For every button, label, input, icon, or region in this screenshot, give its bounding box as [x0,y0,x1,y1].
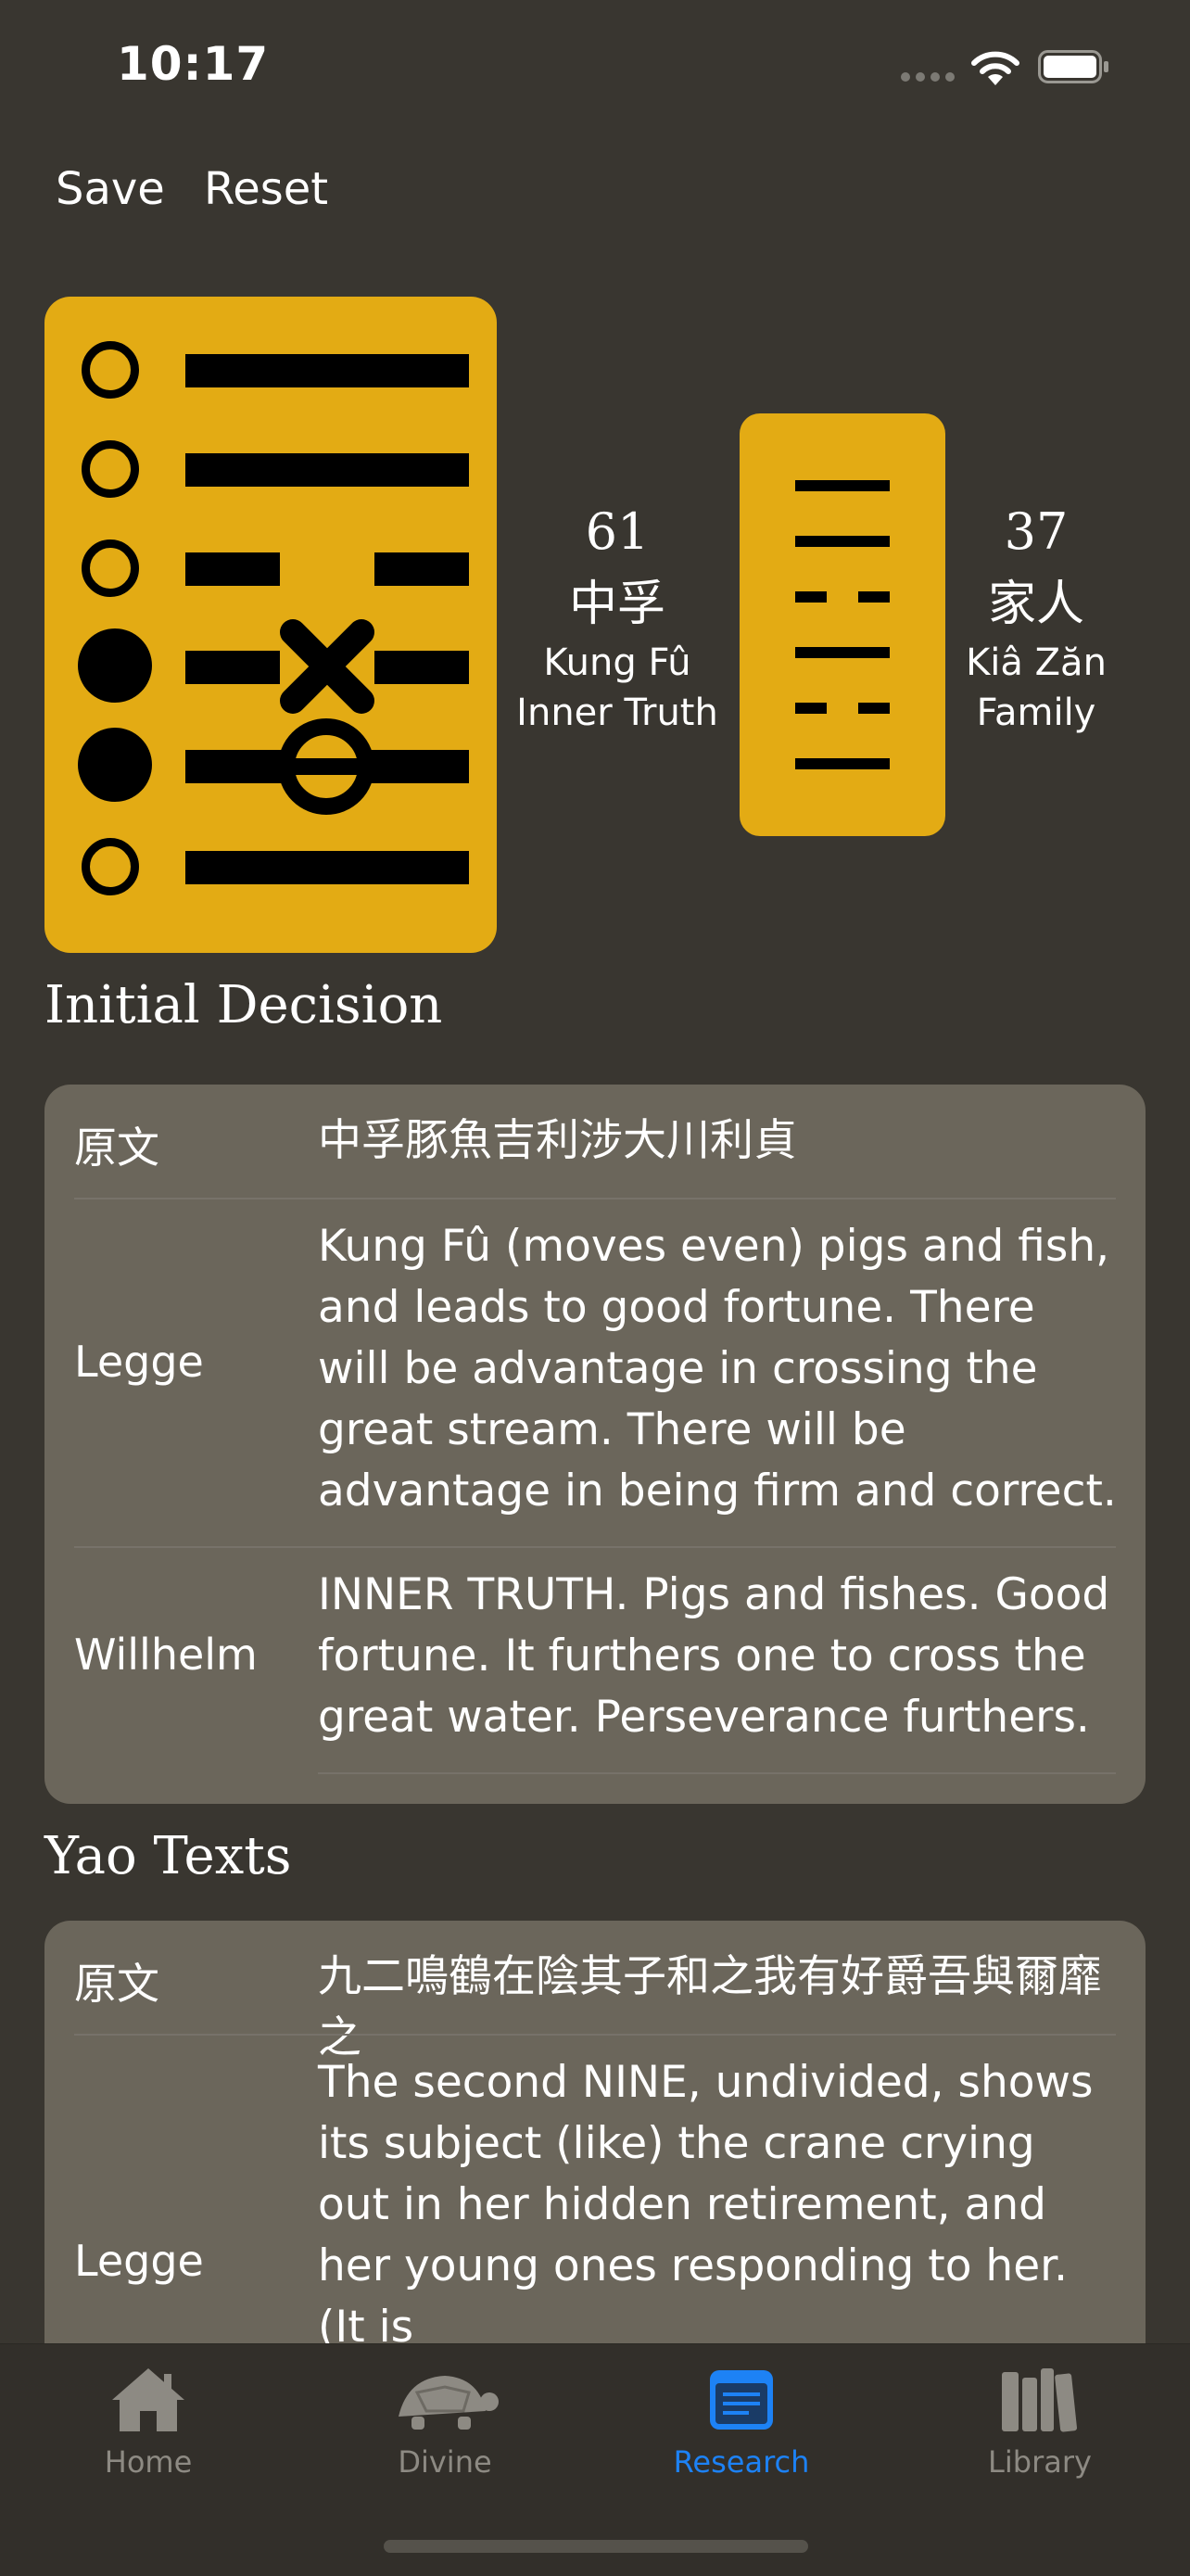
battery-icon [1038,50,1108,83]
hexagram-line-5 [185,453,469,487]
tab-research-label: Research [673,2444,810,2480]
hexagram-line-6 [185,354,469,387]
line-toggle-4[interactable] [82,539,139,597]
line-toggle-6[interactable] [82,341,139,399]
row-divider [318,1772,1116,1774]
small-line-2-right [858,703,890,714]
small-line-3 [795,647,890,658]
document-icon [710,2370,773,2430]
small-line-5 [795,536,890,547]
row-text-legge: The second NINE, undivided, shows its su… [318,2057,1094,2353]
line-toggle-5[interactable] [82,440,139,498]
initial-decision-table: 原文 中孚豚魚吉利涉大川利貞 Legge Kung Fû (moves even… [44,1085,1146,1804]
line-toggle-1[interactable] [82,838,139,895]
tab-library-label: Library [988,2444,1092,2480]
wifi-icon [971,51,1019,85]
turtle-icon [399,2376,499,2430]
changing-circle-icon [278,718,374,815]
primary-hexagram-english: Inner Truth [516,692,718,734]
tab-home[interactable]: Home [56,2365,241,2480]
primary-hexagram-info: 61 中孚 Kung Fû Inner Truth [508,502,727,734]
tab-research[interactable]: Research [649,2365,834,2480]
row-divider [74,1546,1116,1548]
changing-cross-icon [280,619,374,714]
secondary-hexagram-number: 37 [1004,502,1069,561]
secondary-hexagram-chinese: 家人 [987,577,1084,632]
secondary-hexagram-pinyin: Kiâ Zăn [966,641,1107,684]
row-text-original: 中孚豚魚吉利涉大川利貞 [318,1115,797,1166]
row-label-wilhelm: Willhelm [74,1630,258,1680]
tab-divine-label: Divine [398,2444,492,2480]
tab-divine[interactable]: Divine [352,2365,538,2480]
small-line-4-left [795,591,827,603]
secondary-hexagram-card[interactable] [740,413,945,836]
books-icon [1002,2368,1077,2432]
tab-library[interactable]: Library [947,2365,1133,2480]
initial-decision-title: Initial Decision [44,975,443,1035]
primary-hexagram-pinyin: Kung Fû [543,641,691,684]
house-icon [112,2368,184,2431]
status-time: 10:17 [117,37,270,91]
row-label-original: 原文 [74,1959,159,2009]
small-line-6 [795,480,890,491]
row-label-legge: Legge [74,2236,204,2286]
line-toggle-2[interactable] [78,728,152,802]
row-divider [74,1198,1116,1199]
yao-texts-title: Yao Texts [44,1826,292,1886]
reset-button[interactable]: Reset [204,163,328,215]
row-text-wilhelm: INNER TRUTH. Pigs and fishes. Good fortu… [318,1569,1110,1743]
save-button[interactable]: Save [56,163,165,215]
primary-hexagram-number: 61 [585,502,650,561]
row-divider [74,2034,1116,2036]
row-text-original: 九二鳴鶴在陰其子和之我有好爵吾與爾靡之 [318,1951,1102,2063]
yao-texts-table: 原文 九二鳴鶴在陰其子和之我有好爵吾與爾靡之 Legge The second … [44,1921,1146,2403]
tab-home-label: Home [104,2444,193,2480]
secondary-hexagram-english: Family [976,692,1096,734]
primary-hexagram-card[interactable] [44,297,497,953]
row-label-original: 原文 [74,1123,159,1173]
hexagram-line-4-left [185,552,280,586]
home-indicator [384,2540,808,2553]
row-label-legge: Legge [74,1337,204,1387]
small-line-1 [795,758,890,769]
secondary-hexagram-info: 37 家人 Kiâ Zăn Family [945,502,1127,734]
hexagram-line-3-left [185,651,280,684]
hexagram-line-4-right [374,552,469,586]
row-text-legge: Kung Fû (moves even) pigs and fish, and … [318,1221,1117,1516]
cellular-signal-icon [901,72,956,83]
small-line-4-right [858,591,890,603]
hexagram-line-3-right [374,651,469,684]
hexagram-line-1 [185,851,469,884]
primary-hexagram-chinese: 中孚 [568,577,665,632]
line-toggle-3[interactable] [78,628,152,703]
small-line-2-left [795,703,827,714]
